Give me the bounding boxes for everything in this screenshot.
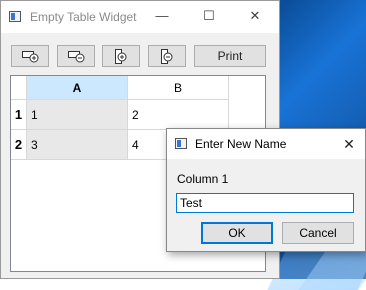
column-header-a[interactable]: A	[27, 76, 128, 100]
add-row-icon	[22, 51, 39, 63]
column-name-label: Column 1	[177, 172, 229, 186]
dialog-title: Enter New Name	[195, 137, 287, 151]
add-row-button[interactable]	[11, 45, 49, 67]
add-column-icon	[115, 49, 127, 64]
table-cell[interactable]: 2	[128, 100, 229, 130]
print-button[interactable]: Print	[194, 45, 266, 67]
ok-button[interactable]: OK	[201, 222, 273, 244]
remove-column-button[interactable]	[148, 45, 186, 67]
maximize-button[interactable]: ☐	[198, 6, 220, 26]
close-button[interactable]: ✕	[244, 6, 266, 26]
column-header-b[interactable]: B	[128, 76, 229, 100]
app-icon	[9, 11, 21, 22]
remove-column-icon	[161, 49, 173, 64]
add-column-button[interactable]	[102, 45, 140, 67]
table-cell[interactable]: 1	[27, 100, 128, 130]
minimize-button[interactable]: —	[151, 6, 173, 26]
app-icon	[175, 138, 187, 149]
dialog-close-button[interactable]: ✕	[339, 133, 359, 155]
cancel-button[interactable]: Cancel	[282, 222, 354, 244]
title-bar[interactable]: Empty Table Widget — ☐ ✕	[1, 1, 279, 33]
column-name-input[interactable]	[176, 193, 354, 213]
table-cell[interactable]: 3	[27, 130, 128, 160]
dialog-title-bar[interactable]: Enter New Name ✕	[167, 129, 365, 159]
remove-row-icon	[68, 51, 85, 63]
remove-row-button[interactable]	[57, 45, 95, 67]
table-corner-button[interactable]	[11, 76, 27, 100]
window-title: Empty Table Widget	[30, 10, 137, 24]
row-header-1[interactable]: 1	[11, 100, 27, 130]
rename-dialog: Enter New Name ✕ Column 1 OK Cancel	[166, 128, 366, 252]
row-header-2[interactable]: 2	[11, 130, 27, 160]
